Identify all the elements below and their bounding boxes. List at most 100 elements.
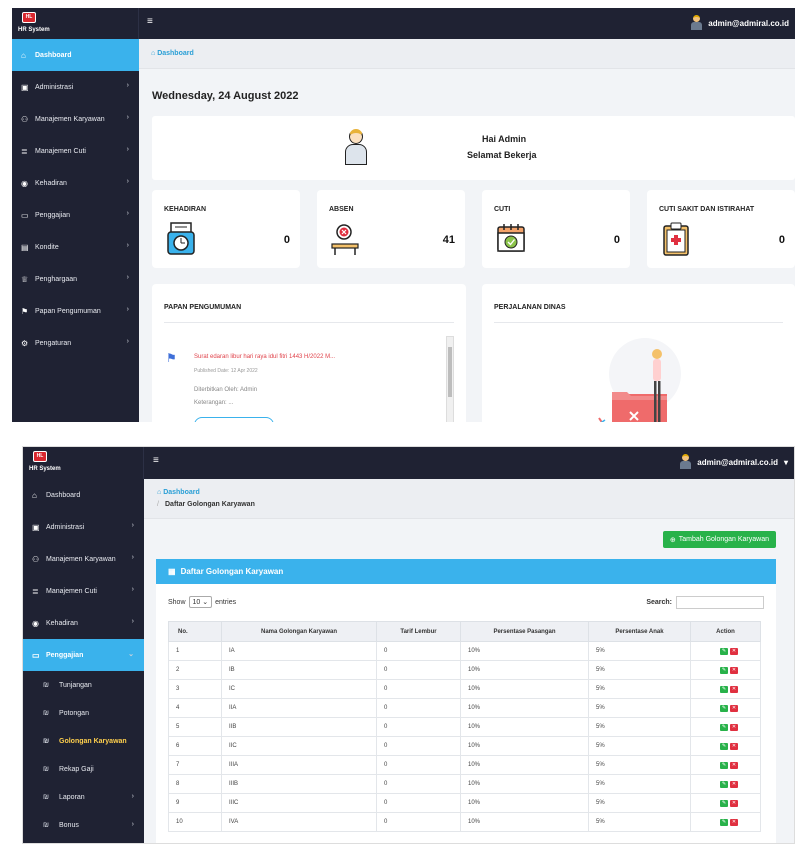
sidebar-item-manajemen-karyawan[interactable]: ⚇ Manajemen Karyawan ›: [12, 103, 139, 135]
sidebar-item-label: Penggajian: [35, 211, 71, 219]
chevron-right-icon: ›: [126, 210, 129, 217]
column-header[interactable]: Persentase Anak: [588, 621, 691, 642]
announcement-scrollbar[interactable]: [446, 336, 454, 422]
sidebar-item-kondite[interactable]: ▤ Kondite ›: [12, 231, 139, 263]
stat-card-absen[interactable]: ABSEN 41: [317, 190, 465, 268]
submenu-item-bonus[interactable]: ₪ Bonus ›: [23, 811, 144, 839]
submenu-item-golongan-karyawan[interactable]: ₪ Golongan Karyawan: [23, 727, 144, 755]
users-icon: ⚇: [21, 114, 29, 124]
menu-toggle-icon[interactable]: ≡: [153, 455, 159, 466]
submenu-item-ptkp[interactable]: ₪PTKP: [23, 839, 144, 843]
edit-icon[interactable]: ✎: [720, 799, 728, 807]
action-cell: ✎ ✕: [690, 774, 761, 794]
absent-desk-icon: [331, 224, 359, 255]
edit-icon[interactable]: ✎: [720, 742, 728, 750]
chevron-down-icon: ⌄: [128, 651, 134, 658]
add-golongan-button[interactable]: ⊕ Tambah Golongan Karyawan: [662, 531, 776, 548]
money-bill-icon: ₪: [43, 709, 49, 717]
stat-card-kehadiran[interactable]: KEHADIRAN 0: [152, 190, 300, 268]
edit-icon[interactable]: ✎: [720, 761, 728, 769]
delete-icon[interactable]: ✕: [730, 818, 738, 826]
app-logo[interactable]: HL HR System: [23, 447, 144, 479]
delete-icon[interactable]: ✕: [730, 647, 738, 655]
table-cell: 0: [376, 736, 461, 756]
table-cell: 5%: [588, 698, 691, 718]
action-cell: ✎ ✕: [690, 755, 761, 775]
column-header[interactable]: Nama Golongan Karyawan: [221, 621, 377, 642]
sidebar-item-label: Kehadiran: [35, 179, 67, 187]
column-header[interactable]: Persentase Pasangan: [460, 621, 589, 642]
sidebar-item-label: Administrasi: [46, 523, 85, 531]
logo-text: HR System: [29, 466, 61, 472]
chevron-right-icon: ›: [131, 522, 134, 529]
sidebar-item-administrasi[interactable]: ▣ Administrasi ›: [12, 71, 139, 103]
edit-icon[interactable]: ✎: [720, 704, 728, 712]
delete-icon[interactable]: ✕: [730, 666, 738, 674]
table-row: 5 IIB 0 10% 5% ✎ ✕: [168, 717, 761, 737]
sidebar-item-label: Administrasi: [35, 83, 74, 91]
edit-icon[interactable]: ✎: [720, 685, 728, 693]
edit-icon[interactable]: ✎: [720, 818, 728, 826]
delete-icon[interactable]: ✕: [730, 742, 738, 750]
menu-toggle-icon[interactable]: ≡: [147, 16, 153, 27]
edit-icon[interactable]: ✎: [720, 780, 728, 788]
sidebar-item-label: Penggajian: [46, 651, 84, 659]
delete-icon[interactable]: ✕: [730, 704, 738, 712]
delete-icon[interactable]: ✕: [730, 761, 738, 769]
money-bill-icon: ₪: [43, 681, 49, 689]
sidebar-item-penghargaan[interactable]: ♕ Penghargaan ›: [12, 263, 139, 295]
edit-icon[interactable]: ✎: [720, 666, 728, 674]
sidebar-item-administrasi[interactable]: ▣ Administrasi ›: [23, 511, 144, 543]
user-menu[interactable]: admin@admiral.co.id ▾: [679, 454, 788, 470]
sidebar-item-dashboard[interactable]: ⌂ Dashboard: [23, 479, 144, 511]
table-cell: 0: [376, 641, 461, 661]
sidebar-item-dashboard[interactable]: ⌂ Dashboard: [12, 39, 139, 71]
sidebar-item-label: Manajemen Karyawan: [35, 115, 105, 123]
stat-card-cuti-sakit[interactable]: CUTI SAKIT DAN ISTIRAHAT 0: [647, 190, 795, 268]
action-cell: ✎ ✕: [690, 698, 761, 718]
delete-icon[interactable]: ✕: [730, 799, 738, 807]
app-logo[interactable]: HL HR System: [12, 8, 139, 39]
table-cell: IIIB: [221, 774, 377, 794]
delete-icon[interactable]: ✕: [730, 685, 738, 693]
user-menu[interactable]: admin@admiral.co.id: [690, 15, 789, 31]
table-cell: 5%: [588, 812, 691, 832]
breadcrumb-home-link[interactable]: ⌂ Dashboard: [157, 489, 200, 496]
breadcrumb-home-link[interactable]: ⌂ Dashboard: [151, 50, 194, 57]
sidebar-item-label: Penghargaan: [35, 275, 78, 283]
search-input[interactable]: [676, 596, 764, 609]
sidebar-item-kehadiran[interactable]: ◉ Kehadiran ›: [12, 167, 139, 199]
stat-label: CUTI: [494, 206, 511, 213]
logo-text: HR System: [18, 27, 50, 33]
entries-select[interactable]: 10 ⌄: [188, 596, 213, 608]
column-header[interactable]: No.: [168, 621, 222, 642]
announcement-detail-button[interactable]: [194, 417, 274, 422]
delete-icon[interactable]: ✕: [730, 780, 738, 788]
sidebar-item-manajemen-cuti[interactable]: ≣ Manajemen Cuti ›: [23, 575, 144, 607]
announcement-link[interactable]: Surat edaran libur hari raya idul fitri …: [194, 354, 335, 360]
table-cell: IVA: [221, 812, 377, 832]
sidebar-item-kehadiran[interactable]: ◉ Kehadiran ›: [23, 607, 144, 639]
submenu-item-rekap-gaji[interactable]: ₪ Rekap Gaji: [23, 755, 144, 783]
money-icon: ▭: [21, 210, 29, 220]
submenu-item-tunjangan[interactable]: ₪ Tunjangan: [23, 671, 144, 699]
sidebar-item-label: Papan Pengumuman: [35, 307, 101, 315]
delete-icon[interactable]: ✕: [730, 723, 738, 731]
sidebar-item-manajemen-cuti[interactable]: ≣ Manajemen Cuti ›: [12, 135, 139, 167]
sidebar-item-pengaturan[interactable]: ⚙ Pengaturan ›: [12, 327, 139, 359]
sidebar-item-papan-pengumuman[interactable]: ⚑ Papan Pengumuman ›: [12, 295, 139, 327]
sidebar-item-manajemen-karyawan[interactable]: ⚇ Manajemen Karyawan ›: [23, 543, 144, 575]
sidebar-item-penggajian[interactable]: ▭ Penggajian ›: [12, 199, 139, 231]
stat-card-cuti[interactable]: CUTI 0: [482, 190, 630, 268]
action-cell: ✎ ✕: [690, 641, 761, 661]
submenu-item-laporan[interactable]: ₪ Laporan ›: [23, 783, 144, 811]
table-cell: 10%: [460, 641, 589, 661]
edit-icon[interactable]: ✎: [720, 723, 728, 731]
edit-icon[interactable]: ✎: [720, 647, 728, 655]
action-cell: ✎ ✕: [690, 793, 761, 813]
top-navbar: HL HR System ≡ admin@admiral.co.id ▾: [23, 447, 794, 479]
column-header[interactable]: Tarif Lembur: [376, 621, 461, 642]
card-title: Daftar Golongan Karyawan: [180, 567, 284, 576]
sidebar-item-penggajian[interactable]: ▭ Penggajian ⌄: [23, 639, 144, 671]
submenu-item-potongan[interactable]: ₪ Potongan: [23, 699, 144, 727]
